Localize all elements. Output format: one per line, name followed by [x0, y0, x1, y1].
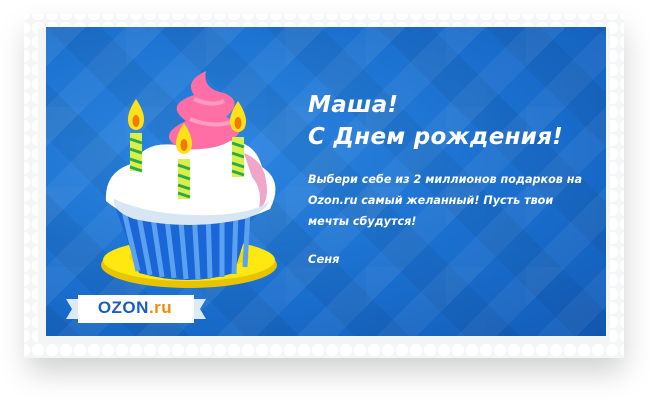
sender-signature: Сеня [308, 252, 340, 266]
recipient-name: Маша! [308, 92, 399, 118]
greeting-text-block: Маша! С Днем рождения! Выбери себе из 2 … [308, 89, 598, 266]
ozon-logo[interactable]: OZON .ru [80, 296, 190, 320]
greeting-message: Выбери себе из 2 миллионов подарков на O… [308, 173, 583, 228]
greeting-card: Маша! С Днем рождения! Выбери себе из 2 … [46, 27, 606, 336]
birthday-cupcake-icon [101, 71, 277, 288]
ozon-logo-main: OZON [97, 298, 149, 317]
ozon-logo-tld: .ru [148, 298, 173, 317]
greeting-title: С Днем рождения! [308, 124, 564, 150]
